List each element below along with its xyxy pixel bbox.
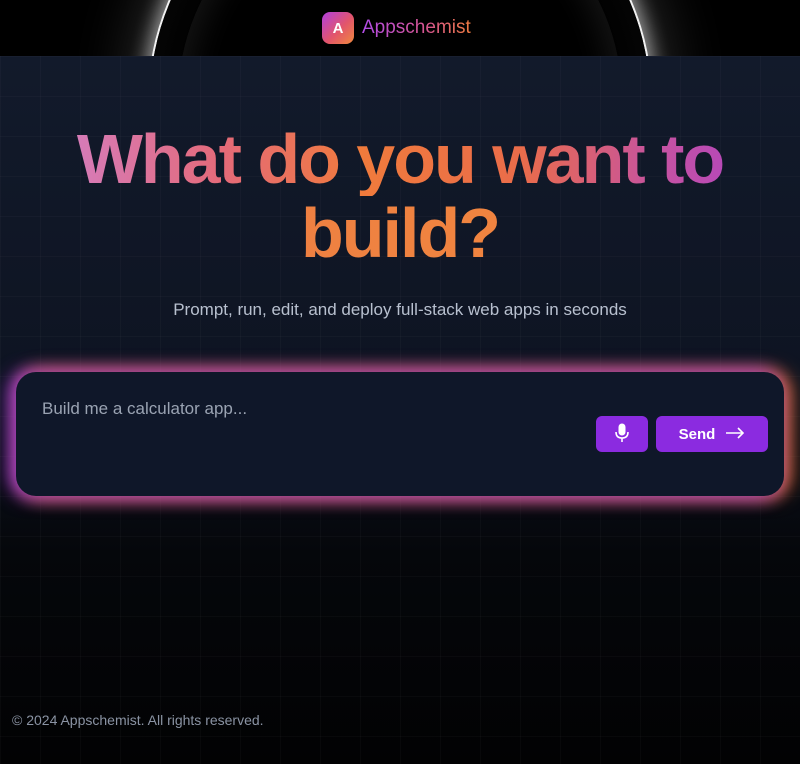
page-subtitle: Prompt, run, edit, and deploy full-stack… — [173, 300, 627, 319]
brand-link[interactable]: A Appschemist — [322, 12, 471, 44]
title-line-2: build? — [0, 196, 800, 270]
prompt-box: Send — [16, 372, 784, 496]
top-bar: A Appschemist — [0, 0, 800, 56]
send-button[interactable]: Send — [656, 416, 768, 452]
logo-badge: A — [322, 12, 354, 44]
footer-copyright: © 2024 Appschemist. All rights reserved. — [12, 712, 264, 728]
microphone-icon — [615, 423, 629, 446]
main-content: What do you want to build? Prompt, run, … — [0, 56, 800, 764]
title-line-1: What do you want to — [0, 122, 800, 196]
arrow-right-icon — [725, 426, 745, 443]
send-label: Send — [678, 425, 716, 443]
brand-name: Appschemist — [362, 17, 471, 38]
page-title: What do you want to build? — [0, 122, 800, 270]
prompt-input[interactable] — [40, 396, 584, 422]
voice-input-button[interactable] — [596, 416, 648, 452]
